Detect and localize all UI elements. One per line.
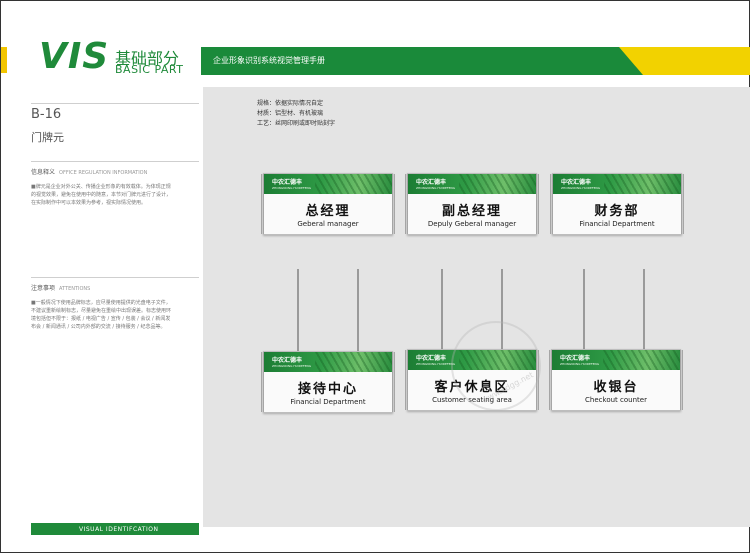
vis-logo-text: VIS [39,36,110,77]
sign-brand-band: 中农汇德丰 ZHONGNONG HUIDEFENG [264,174,392,194]
sign-title-en: Depuly Geberal manager [427,220,517,228]
sign-brand-sub: ZHONGNONG HUIDEFENG [272,364,312,368]
sign-endcap [392,352,395,412]
sign-title-cn: 副总经理 [441,204,502,219]
sign-pole [297,269,299,353]
sign-endcap [392,174,395,234]
divider [31,103,199,104]
sign-endcap [536,174,539,234]
sign-title-en: Financial Department [579,220,655,228]
sign-brand-sub: ZHONGNONG HUIDEFENG [272,186,312,190]
sign-title-cn: 接待中心 [297,382,358,397]
page-code: B-16 [31,107,62,122]
left-accent-bar [1,47,7,73]
spec-material: 材质：铝型材、有机玻璃 [257,110,324,117]
hanging-sign-checkout: 中农汇德丰 ZHONGNONG HUIDEFENG 收银台 Checkout c… [549,349,683,411]
sign-brand-logo: 中农汇德丰 [561,179,592,186]
sign-brand-band: 中农汇德丰 ZHONGNONG HUIDEFENG [553,174,681,194]
sign-brand-logo: 中农汇德丰 [272,357,303,364]
info-title-en: OFFICE REGULATION INFORMATION [59,170,148,176]
sign-brand-logo: 中农汇德丰 [416,355,447,362]
sign-brand-band: 中农汇德丰 ZHONGNONG HUIDEFENG [264,352,392,372]
sign-title-cn: 财务部 [594,204,640,219]
door-sign-general-manager: 中农汇德丰 ZHONGNONG HUIDEFENG 总经理 Geberal ma… [261,173,395,235]
info-section-title: 信息释义 OFFICE REGULATION INFORMATION [31,167,147,176]
divider [31,161,199,162]
sign-title-en: Financial Department [290,398,366,406]
sign-brand-band: 中农汇德丰 ZHONGNONG HUIDEFENG [552,350,680,370]
sign-brand-logo: 中农汇德丰 [416,179,447,186]
page-frame: VIS 基础部分 BASIC PART 企业形象识别系统视觉管理手册 B-16 … [0,0,750,553]
info-body: ■牌元是企业对外公关、传播企业形象的有效载体。为体现正规的视觉效果，避免在使用中… [31,184,172,206]
footer-text: VISUAL IDENTIFCATION [79,526,159,533]
divider [31,277,199,278]
sign-brand-logo: 中农汇德丰 [272,179,303,186]
sign-title-cn: 总经理 [305,204,351,219]
sign-endcap [681,174,684,234]
sign-brand-sub: ZHONGNONG HUIDEFENG [560,362,600,366]
sign-brand-sub: ZHONGNONG HUIDEFENG [561,186,601,190]
sign-brand-band: 中农汇德丰 ZHONGNONG HUIDEFENG [408,174,536,194]
spec-size: 规格：依据实际情况自定 [257,100,324,107]
sign-pole [441,269,443,351]
notes-section-title: 注意事项 ATTENTIONS [31,283,90,292]
section-title-en: BASIC PART [115,63,184,76]
notes-title-en: ATTENTIONS [59,286,91,292]
specs-block: 规格：依据实际情况自定 材质：铝型材、有机玻璃 工艺：丝网印刷或即时贴刻字 [257,99,335,129]
door-sign-finance: 中农汇德丰 ZHONGNONG HUIDEFENG 财务部 Financial … [550,173,684,235]
sign-title-cn: 收银台 [593,380,639,395]
sign-brand-sub: ZHONGNONG HUIDEFENG [416,362,456,366]
sign-title-en: Geberal manager [297,220,359,228]
hanging-sign-reception: 中农汇德丰 ZHONGNONG HUIDEFENG 接待中心 Financial… [261,351,395,413]
sign-brand-logo: 中农汇德丰 [560,355,591,362]
info-title-cn: 信息释义 [31,169,56,176]
sign-endcap [680,350,683,410]
manual-title: 企业形象识别系统视觉管理手册 [213,56,325,65]
sign-pole [643,269,645,351]
sign-brand-sub: ZHONGNONG HUIDEFENG [416,186,456,190]
door-sign-deputy-manager: 中农汇德丰 ZHONGNONG HUIDEFENG 副总经理 Depuly Ge… [405,173,539,235]
spec-craft: 工艺：丝网印刷或即时贴刻字 [257,120,336,127]
page-name: 门牌元 [31,131,64,144]
sign-title-en: Checkout counter [585,396,647,404]
sign-pole [583,269,585,351]
main-panel [203,87,750,527]
notes-body: ■一般情况下使用品牌标志，应尽量使用提供的光盘电子文件，不建议重新绘制标志，尽量… [31,300,172,330]
notes-title-cn: 注意事项 [31,285,56,292]
vis-logo: VIS [39,39,109,75]
sign-pole [357,269,359,353]
